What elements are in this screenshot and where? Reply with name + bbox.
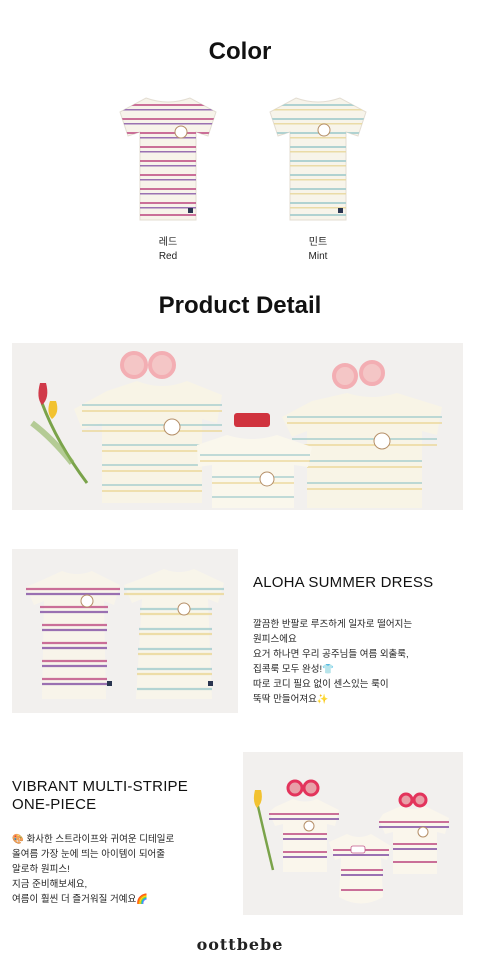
swatch-label-red: 레드 Red — [118, 236, 218, 264]
red-dress-image — [108, 90, 228, 230]
feature-description-multistripe: 🎨 화사한 스트라이프와 귀여운 디테일로 올여름 가장 눈에 띄는 아이템이 … — [12, 834, 175, 905]
feature-title-aloha: ALOHA SUMMER DRESS — [253, 574, 434, 591]
product-photo-flatlay — [12, 343, 463, 510]
product-photo-two-dresses — [12, 549, 238, 713]
feature-title-multistripe: VIBRANT MULTI-STRIPE ONE-PIECE — [12, 778, 188, 813]
swatch-name-en: Mint — [308, 251, 328, 262]
swatch-name-en: Red — [158, 251, 178, 262]
swatch-name-ko: 레드 — [158, 237, 178, 248]
brand-logo: oottbebe — [196, 935, 284, 954]
product-photo-family-set — [243, 752, 463, 915]
mint-dress-image — [258, 90, 378, 230]
product-detail-heading: Product Detail — [158, 292, 322, 319]
swatch-label-mint: 민트 Mint — [268, 236, 368, 264]
feature-description-aloha: 깔끔한 반팔로 루즈하게 일자로 떨어지는 원피스에요 요거 하나면 우리 공주… — [253, 619, 413, 705]
color-heading: Color — [208, 38, 272, 65]
swatch-name-ko: 민트 — [308, 237, 328, 248]
